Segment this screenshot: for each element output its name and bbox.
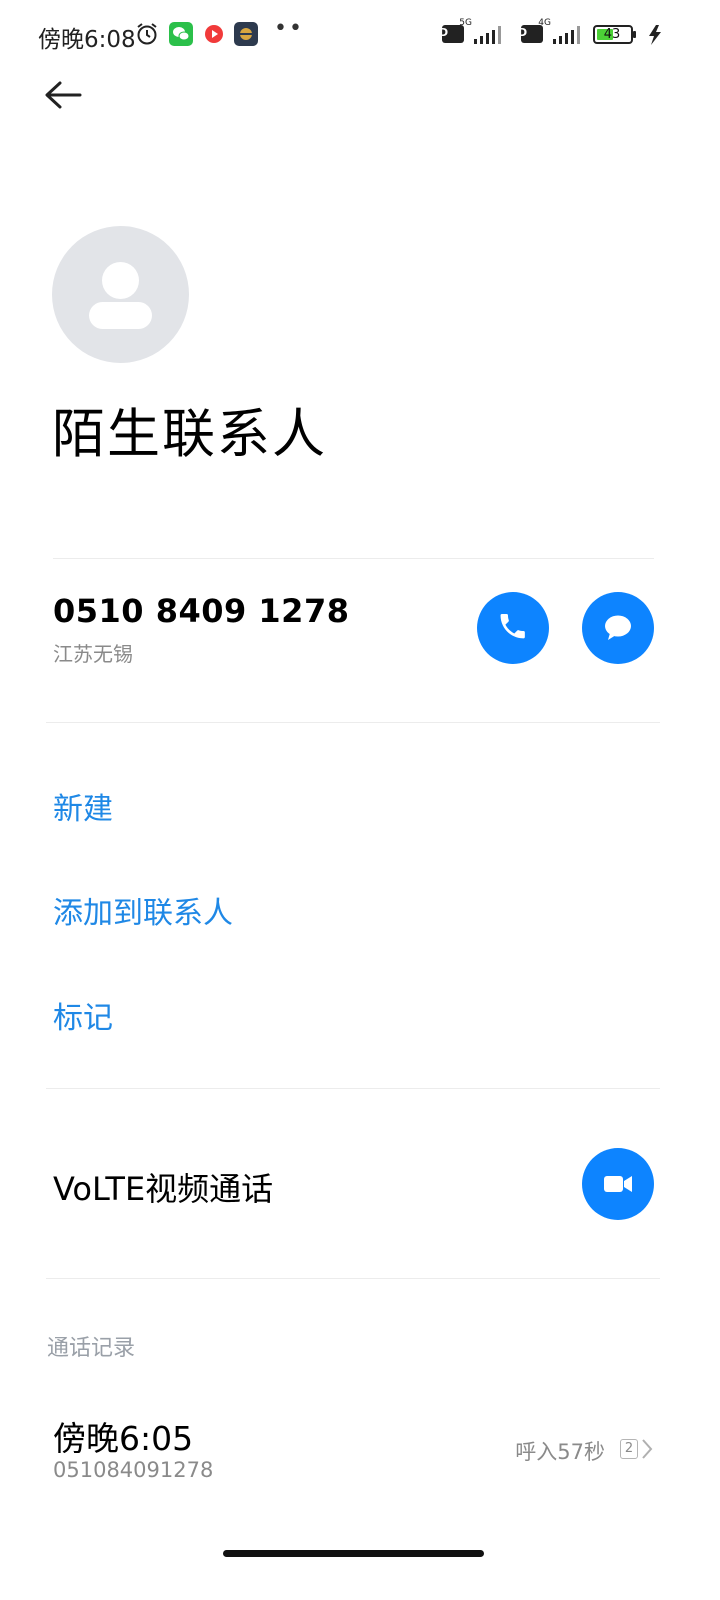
home-indicator[interactable] [223, 1550, 484, 1557]
chevron-right-icon [642, 1439, 653, 1459]
new-contact-link[interactable]: 新建 [53, 784, 113, 828]
divider [46, 1278, 660, 1279]
avatar [52, 226, 189, 363]
video-app-icon [202, 22, 226, 50]
contact-name: 陌生联系人 [52, 404, 327, 465]
status-time: 傍晚6:08 [38, 27, 136, 53]
mark-link[interactable]: 标记 [53, 993, 113, 1037]
call-log-title: 通话记录 [47, 1336, 136, 1361]
phone-location: 江苏无锡 [53, 642, 133, 666]
call-log-info: 呼入57秒 [515, 1440, 605, 1464]
call-log-number: 051084091278 [53, 1458, 214, 1482]
call-button[interactable] [477, 592, 549, 664]
network-type-2: 4G [538, 18, 551, 28]
game-app-icon [234, 22, 258, 50]
alarm-icon [135, 22, 159, 50]
phone-icon [500, 614, 525, 639]
video-call-button[interactable] [582, 1148, 654, 1220]
wechat-icon [169, 22, 193, 50]
status-bar: 傍晚6:08 •• HD 5G HD 4G 43 [0, 0, 720, 68]
volte-video-call-label: VoLTE视频通话 [53, 1170, 274, 1208]
divider [46, 722, 660, 723]
phone-number[interactable]: 0510 8409 1278 [53, 592, 349, 630]
battery-level: 43 [603, 27, 621, 42]
add-to-contacts-link[interactable]: 添加到联系人 [53, 888, 233, 932]
call-count-badge: 2 [620, 1439, 638, 1459]
avatar-head-shape [102, 262, 139, 299]
network-type-1: 5G [459, 18, 472, 28]
divider [53, 558, 654, 559]
back-button[interactable] [40, 78, 90, 112]
call-log-time: 傍晚6:05 [53, 1419, 194, 1458]
avatar-body-shape [89, 302, 152, 329]
more-notifications-icon: •• [274, 16, 304, 41]
video-camera-icon [604, 1176, 632, 1192]
message-icon [605, 615, 631, 640]
message-button[interactable] [582, 592, 654, 664]
contact-detail-page: 傍晚6:08 •• HD 5G HD 4G 43 陌生联系人 0510 8409… [0, 0, 720, 1600]
hd-badge-1: HD [429, 26, 449, 39]
divider [46, 1088, 660, 1089]
back-arrow-icon [45, 81, 82, 109]
hd-badge-2: HD [508, 26, 528, 39]
